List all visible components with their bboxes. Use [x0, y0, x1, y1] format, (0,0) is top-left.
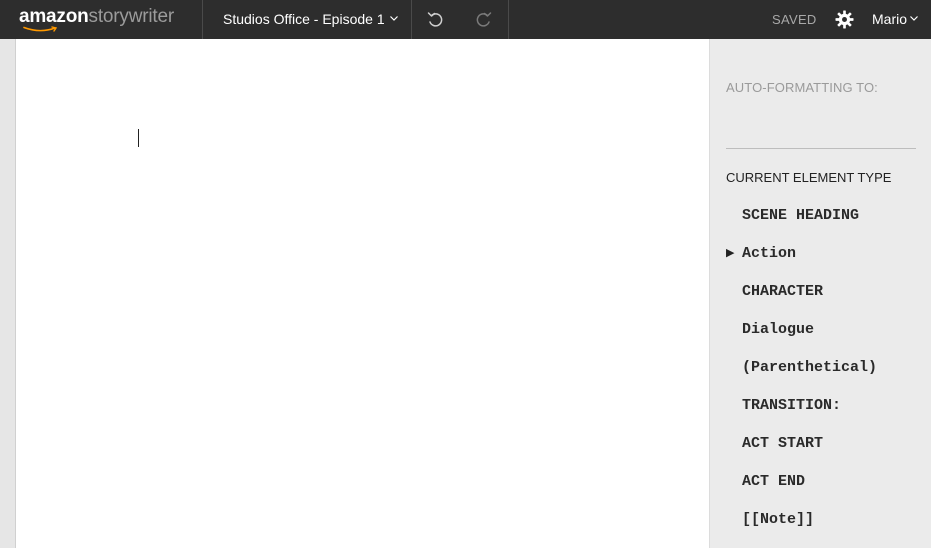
element-action[interactable]: ▶ Action [710, 235, 931, 273]
project-title: Studios Office - Episode 1 [223, 11, 385, 27]
gear-icon[interactable] [835, 10, 854, 29]
element-act-end[interactable]: ACT END [710, 463, 931, 501]
element-scene-heading[interactable]: SCENE HEADING [710, 197, 931, 235]
current-element-label: CURRENT ELEMENT TYPE [726, 170, 892, 185]
save-status: SAVED [772, 12, 817, 27]
element-transition[interactable]: TRANSITION: [710, 387, 931, 425]
chevron-down-icon [910, 15, 918, 21]
chevron-down-icon [389, 15, 398, 21]
element-act-start[interactable]: ACT START [710, 425, 931, 463]
undo-icon[interactable] [425, 9, 445, 29]
formatting-panel: AUTO-FORMATTING TO: CURRENT ELEMENT TYPE… [709, 39, 931, 548]
current-element-marker-icon: ▶ [726, 248, 735, 260]
amazon-smile-icon [23, 26, 58, 32]
redo-icon[interactable] [474, 9, 494, 29]
user-menu[interactable]: Mario [872, 0, 918, 39]
autoformat-label: AUTO-FORMATTING TO: [726, 80, 878, 95]
divider [508, 0, 509, 39]
element-type-list: SCENE HEADING ▶ Action CHARACTER Dialogue… [710, 197, 931, 539]
logo-product: storywriter [88, 6, 175, 27]
divider [411, 0, 412, 39]
app-logo[interactable]: amazonstorywriter [19, 4, 174, 34]
text-cursor [138, 129, 139, 147]
divider [202, 0, 203, 39]
left-gutter [0, 39, 16, 548]
project-title-dropdown[interactable]: Studios Office - Episode 1 [223, 0, 398, 39]
user-name: Mario [872, 11, 908, 27]
element-note[interactable]: [[Note]] [710, 501, 931, 539]
element-parenthetical[interactable]: (Parenthetical) [710, 349, 931, 387]
element-dialogue[interactable]: Dialogue [710, 311, 931, 349]
element-character[interactable]: CHARACTER [710, 273, 931, 311]
top-bar: amazonstorywriter Studios Office - Episo… [0, 0, 931, 39]
autoformat-value [726, 148, 916, 149]
logo-brand: amazon [19, 6, 89, 27]
script-editor[interactable] [16, 39, 709, 548]
